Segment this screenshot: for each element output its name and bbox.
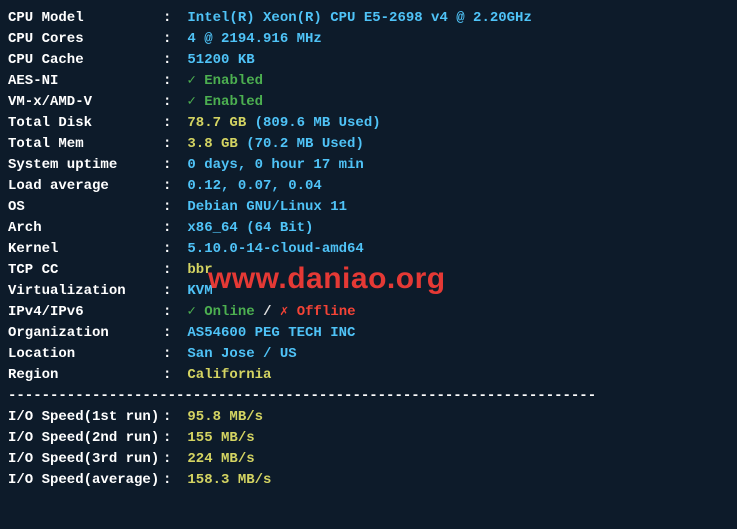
sysinfo-label: CPU Cores xyxy=(8,29,163,50)
colon xyxy=(163,71,179,92)
sysinfo-row: Region California xyxy=(8,365,729,386)
sysinfo-label: Region xyxy=(8,365,163,386)
colon xyxy=(163,8,179,29)
colon xyxy=(163,239,179,260)
sysinfo-row: Arch x86_64 (64 Bit) xyxy=(8,218,729,239)
iospeed-label: I/O Speed(1st run) xyxy=(8,407,163,428)
sysinfo-label: Total Disk xyxy=(8,113,163,134)
iospeed-value: 158.3 MB/s xyxy=(187,470,271,491)
iospeed-value: 95.8 MB/s xyxy=(187,407,263,428)
sysinfo-label: Total Mem xyxy=(8,134,163,155)
sysinfo-row: CPU Cores 4 @ 2194.916 MHz xyxy=(8,29,729,50)
sysinfo-row: CPU Cache 51200 KB xyxy=(8,50,729,71)
sysinfo-value: 0 days, 0 hour 17 min xyxy=(187,155,363,176)
sysinfo-value: 51200 KB xyxy=(187,50,254,71)
colon xyxy=(163,449,179,470)
sysinfo-label: OS xyxy=(8,197,163,218)
sysinfo-label: AES-NI xyxy=(8,71,163,92)
sysinfo-value: California xyxy=(187,365,271,386)
sysinfo-value: Intel(R) Xeon(R) CPU E5-2698 v4 @ 2.20GH… xyxy=(187,8,531,29)
iospeed-label: I/O Speed(3rd run) xyxy=(8,449,163,470)
sysinfo-row: Kernel 5.10.0-14-cloud-amd64 xyxy=(8,239,729,260)
sysinfo-value: San Jose / US xyxy=(187,344,296,365)
sysinfo-row: Total Disk 78.7 GB (809.6 MB Used) xyxy=(8,113,729,134)
sysinfo-value: AS54600 PEG TECH INC xyxy=(187,323,355,344)
colon xyxy=(163,407,179,428)
sysinfo-row: CPU Model Intel(R) Xeon(R) CPU E5-2698 v… xyxy=(8,8,729,29)
sysinfo-value: 4 @ 2194.916 MHz xyxy=(187,29,321,50)
sysinfo-label: TCP CC xyxy=(8,260,163,281)
divider: ----------------------------------------… xyxy=(8,386,729,407)
sysinfo-label: Load average xyxy=(8,176,163,197)
colon xyxy=(163,197,179,218)
sysinfo-row: AES-NI ✓ Enabled xyxy=(8,71,729,92)
colon xyxy=(163,302,179,323)
sysinfo-label: CPU Cache xyxy=(8,50,163,71)
sysinfo-value: ✓ Enabled xyxy=(187,71,263,92)
colon xyxy=(163,176,179,197)
sysinfo-row: TCP CC bbr xyxy=(8,260,729,281)
colon xyxy=(163,344,179,365)
sysinfo-label: IPv4/IPv6 xyxy=(8,302,163,323)
colon xyxy=(163,428,179,449)
colon xyxy=(163,260,179,281)
sysinfo-value: Debian GNU/Linux 11 xyxy=(187,197,347,218)
sysinfo-label: VM-x/AMD-V xyxy=(8,92,163,113)
sysinfo-value: bbr xyxy=(187,260,212,281)
sysinfo-row: Organization AS54600 PEG TECH INC xyxy=(8,323,729,344)
sysinfo-row: Location San Jose / US xyxy=(8,344,729,365)
sysinfo-row: Load average 0.12, 0.07, 0.04 xyxy=(8,176,729,197)
colon xyxy=(163,323,179,344)
sysinfo-row: OS Debian GNU/Linux 11 xyxy=(8,197,729,218)
sysinfo-label: Arch xyxy=(8,218,163,239)
colon xyxy=(163,155,179,176)
sysinfo-value: x86_64 (64 Bit) xyxy=(187,218,313,239)
colon xyxy=(163,29,179,50)
sysinfo-label: CPU Model xyxy=(8,8,163,29)
sysinfo-value: ✓ Enabled xyxy=(187,92,263,113)
sysinfo-label: Kernel xyxy=(8,239,163,260)
colon xyxy=(163,218,179,239)
sysinfo-label: Organization xyxy=(8,323,163,344)
iospeed-value: 224 MB/s xyxy=(187,449,254,470)
sysinfo-value: ✓ Online / ✗ Offline xyxy=(187,302,355,323)
terminal-output: CPU Model Intel(R) Xeon(R) CPU E5-2698 v… xyxy=(8,8,729,491)
sysinfo-label: Location xyxy=(8,344,163,365)
colon xyxy=(163,92,179,113)
sysinfo-label: System uptime xyxy=(8,155,163,176)
iospeed-label: I/O Speed(2nd run) xyxy=(8,428,163,449)
sysinfo-label: Virtualization xyxy=(8,281,163,302)
iospeed-value: 155 MB/s xyxy=(187,428,254,449)
sysinfo-value: 5.10.0-14-cloud-amd64 xyxy=(187,239,363,260)
iospeed-label: I/O Speed(average) xyxy=(8,470,163,491)
iospeed-row: I/O Speed(2nd run) 155 MB/s xyxy=(8,428,729,449)
colon xyxy=(163,470,179,491)
colon xyxy=(163,50,179,71)
iospeed-row: I/O Speed(1st run) 95.8 MB/s xyxy=(8,407,729,428)
sysinfo-value: 3.8 GB (70.2 MB Used) xyxy=(187,134,363,155)
colon xyxy=(163,365,179,386)
sysinfo-value: 0.12, 0.07, 0.04 xyxy=(187,176,321,197)
colon xyxy=(163,134,179,155)
iospeed-row: I/O Speed(average) 158.3 MB/s xyxy=(8,470,729,491)
iospeed-row: I/O Speed(3rd run) 224 MB/s xyxy=(8,449,729,470)
sysinfo-row: Total Mem 3.8 GB (70.2 MB Used) xyxy=(8,134,729,155)
sysinfo-row: IPv4/IPv6 ✓ Online / ✗ Offline xyxy=(8,302,729,323)
colon xyxy=(163,113,179,134)
sysinfo-row: Virtualization KVM xyxy=(8,281,729,302)
sysinfo-row: System uptime 0 days, 0 hour 17 min xyxy=(8,155,729,176)
sysinfo-row: VM-x/AMD-V ✓ Enabled xyxy=(8,92,729,113)
sysinfo-value: 78.7 GB (809.6 MB Used) xyxy=(187,113,380,134)
colon xyxy=(163,281,179,302)
sysinfo-value: KVM xyxy=(187,281,212,302)
